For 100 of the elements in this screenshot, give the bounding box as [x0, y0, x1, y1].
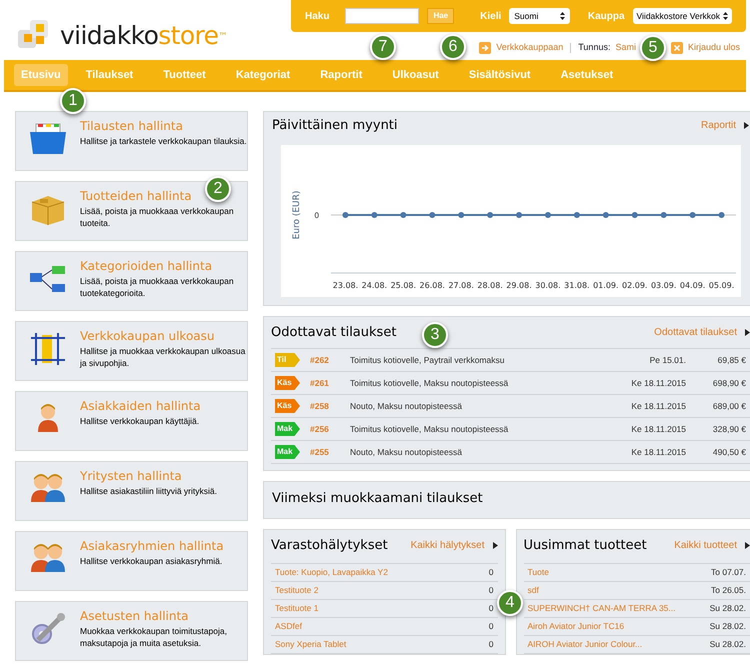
- x-tick-label: 04.09.: [680, 281, 706, 290]
- user-link[interactable]: Sami: [615, 41, 636, 54]
- x-tick-label: 05.09.: [708, 281, 734, 290]
- panel-title: Varastohälytykset: [271, 536, 388, 555]
- order-date: Ke 18.11.2015: [630, 400, 686, 412]
- x-tick-label: 01.09.: [593, 281, 619, 290]
- card-description: Muokkaa verkkokaupan toimitustapoja, maksutapoja ja muita asetuksia.: [80, 625, 228, 649]
- search-field[interactable]: [345, 8, 420, 24]
- callout-badge: 6: [440, 34, 466, 60]
- store-select[interactable]: Viidakkostore Verkkok: [632, 8, 732, 24]
- list-value: To 07.07.: [711, 566, 746, 579]
- caret-icon: [492, 542, 498, 549]
- status-tag: Käs: [275, 399, 300, 413]
- card-title: Asetusten hallinta: [80, 608, 189, 625]
- y-tick-label: 0: [314, 211, 319, 220]
- order-date: Ke 18.11.2015: [630, 422, 686, 436]
- close-icon: [670, 42, 683, 54]
- shop-link[interactable]: Verkkokauppaan: [496, 41, 564, 54]
- callout-badge: 5: [640, 35, 666, 61]
- logout-link[interactable]: Kirjaudu ulos: [688, 41, 740, 54]
- logo-text: viidakkostore$^{™}$: [60, 22, 227, 48]
- x-tick-label: 24.08.: [362, 281, 388, 290]
- delivery-method: Nouto, Maksu noutopisteessä: [350, 446, 463, 458]
- list-value: 0: [488, 638, 494, 651]
- order-total: 328,90 €: [712, 422, 746, 436]
- card-title: Yritysten hallinta: [80, 468, 182, 485]
- select-arrows-icon: [560, 12, 565, 20]
- x-tick-label: 28.08.: [477, 281, 503, 290]
- status-tag: Mak: [275, 445, 300, 459]
- shortcut-card[interactable]: Asetusten hallinta Muokkaa verkkokaupan toimitustapoja, maksutapoja ja muita asetuksia.: [15, 601, 248, 661]
- panel-title: Uusimmat tuotteet: [524, 536, 647, 555]
- arrow-icon: [479, 42, 492, 54]
- panel-title: Odottavat tilaukset: [271, 324, 396, 342]
- list-link[interactable]: Tuote: Kuopio, Lavapaikka Y2: [275, 566, 388, 579]
- caret-icon: [745, 542, 750, 549]
- nav-tab[interactable]: Sisältösivut: [456, 64, 543, 86]
- card-title: Tuotteiden hallinta: [80, 188, 192, 205]
- order-date: Pe 15.01.: [648, 354, 686, 366]
- list-link[interactable]: Airoh Aviator Junior TC16: [528, 620, 624, 633]
- nav-tab[interactable]: Asetukset: [548, 64, 626, 86]
- panel-link[interactable]: Kaikki hälytykset: [410, 538, 484, 553]
- list-value: Su 28.02.: [710, 638, 746, 651]
- panel-link[interactable]: Kaikki tuotteet: [674, 538, 737, 553]
- x-tick-label: 30.08.: [535, 281, 561, 290]
- list-link[interactable]: Sony Xperia Tablet: [275, 638, 346, 651]
- nav-tab[interactable]: Tuotteet: [151, 64, 218, 86]
- shortcut-card[interactable]: Verkkokaupan ulkoasu Hallitse ja muokkaa verkkokaupan ulkoasua ja sivupohjia.: [15, 321, 248, 381]
- nav-tab[interactable]: Etusivu: [14, 64, 68, 86]
- card-description: Hallitse ja muokkaa verkkokaupan ulkoasua ja sivupohjia.: [80, 345, 246, 369]
- folder-icon: [28, 122, 68, 156]
- x-tick-label: 27.08.: [448, 281, 474, 290]
- x-tick-label: 31.08.: [564, 281, 590, 290]
- order-number[interactable]: #262: [310, 354, 350, 366]
- caret-icon: [745, 329, 750, 336]
- list-link[interactable]: Testituote 1: [275, 602, 318, 615]
- shortcut-card[interactable]: Yritysten hallinta Hallitse asiakastiliin liittyviä yrityksiä.: [15, 461, 248, 521]
- shortcut-card[interactable]: Asiakasryhmien hallinta Hallitse verkkokaupan asiakasryhmiä.: [15, 531, 248, 591]
- x-tick-label: 29.08.: [506, 281, 532, 290]
- card-description: Hallitse asiakastiliin liittyviä yrityksiä.: [80, 485, 217, 497]
- list-value: 0: [488, 584, 494, 597]
- shortcut-card[interactable]: Asiakkaiden hallinta Hallitse verkkokaupan käyttäjiä.: [15, 391, 248, 451]
- status-tag: Käs: [275, 376, 300, 390]
- y-axis-title: Euro (EUR): [292, 190, 302, 240]
- nav-tab[interactable]: Tilaukset: [74, 64, 146, 86]
- panel-title: Päivittäinen myynti: [272, 116, 398, 135]
- callout-badge: 7: [370, 34, 396, 60]
- panel-link[interactable]: Odottavat tilaukset: [654, 325, 737, 340]
- language-select[interactable]: Suomi: [509, 8, 570, 24]
- order-total: 490,50 €: [712, 446, 746, 458]
- panel-link[interactable]: Raportit: [700, 118, 736, 133]
- delivery-method: Toimitus kotiovelle, Paytrail verkkomaksu: [350, 354, 506, 366]
- list-link[interactable]: Tuote: [528, 566, 549, 579]
- nav-tab[interactable]: Ulkoasut: [380, 64, 451, 86]
- card-description: Lisää, poista ja muokkaaa verkkokaupan tuoteita.: [80, 205, 235, 229]
- delivery-method: Nouto, Maksu noutopisteessä: [350, 400, 463, 412]
- layout-icon: [28, 332, 68, 366]
- list-value: To 26.05.: [711, 584, 746, 597]
- list-link[interactable]: sdf: [528, 584, 539, 597]
- caret-icon: [744, 122, 749, 129]
- shortcut-card[interactable]: Kategorioiden hallinta Lisää, poista ja muokkaaa verkkokaupan tuotekategorioita.: [15, 251, 248, 311]
- list-value: 0: [488, 620, 494, 633]
- order-total: 69,85 €: [716, 354, 746, 366]
- order-number[interactable]: #255: [310, 446, 350, 458]
- delivery-method: Toimitus kotiovelle, Maksu noutopisteessä: [350, 376, 510, 390]
- order-number[interactable]: #258: [310, 400, 350, 412]
- shortcut-card[interactable]: Tilausten hallinta Hallitse ja tarkastele verkkokaupan tilauksia.: [15, 111, 248, 171]
- card-title: Verkkokaupan ulkoasu: [80, 328, 215, 345]
- list-link[interactable]: ASDfef: [275, 620, 302, 633]
- list-link[interactable]: AIROH Aviator Junior Colour...: [528, 638, 642, 651]
- delivery-method: Toimitus kotiovelle, Maksu noutopisteessä: [350, 422, 510, 436]
- order-number[interactable]: #261: [310, 376, 350, 390]
- nav-tab[interactable]: Raportit: [308, 64, 374, 86]
- list-link[interactable]: SUPERWINCH† CAN-AM TERRA 35...: [528, 602, 676, 615]
- panel-title: Viimeksi muokkaamani tilaukset: [272, 491, 483, 506]
- search-button[interactable]: Hae: [427, 8, 454, 24]
- order-number[interactable]: #256: [310, 422, 350, 436]
- list-value: Su 28.02.: [710, 620, 746, 633]
- list-link[interactable]: Testituote 2: [275, 584, 318, 597]
- card-title: Tilausten hallinta: [80, 118, 183, 135]
- nav-tab[interactable]: Kategoriat: [224, 64, 302, 86]
